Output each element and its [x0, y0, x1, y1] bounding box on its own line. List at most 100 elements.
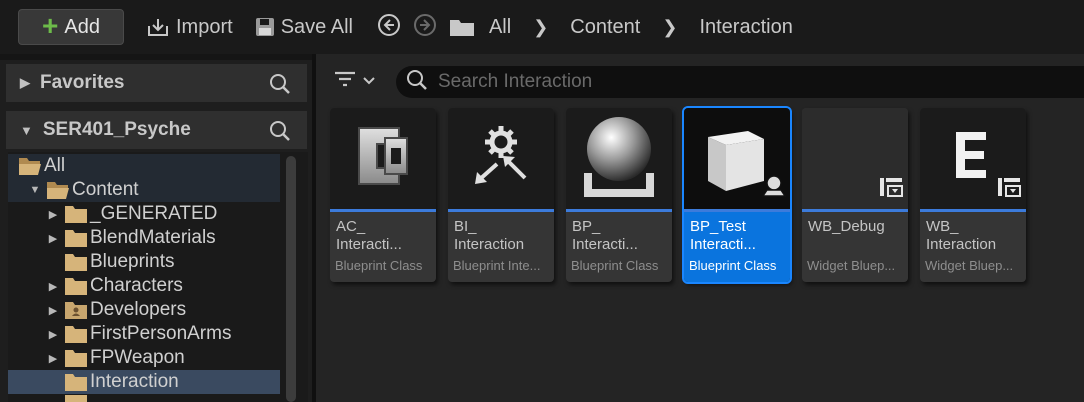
add-button[interactable]: + Add: [18, 9, 124, 45]
asset-type-label: Blueprint Inte...: [453, 258, 541, 273]
search-input[interactable]: [438, 71, 1038, 93]
caret-right-icon[interactable]: ▶: [46, 232, 60, 245]
asset-name: BP_Test Interacti...: [690, 218, 756, 253]
asset-name: AC_ Interacti...: [336, 218, 402, 253]
sources-panel: ▶ Favorites ▼ SER401_Psyche All ▼ Conten…: [0, 60, 312, 402]
favorites-header[interactable]: ▶ Favorites: [6, 64, 307, 102]
back-button[interactable]: [377, 13, 401, 42]
tree-item-blueprints[interactable]: Blueprints: [8, 250, 280, 274]
tree-item-label: Content: [72, 179, 139, 200]
folder-icon: [64, 395, 88, 402]
asset-type-label: Blueprint Class: [689, 258, 777, 273]
arrow-right-circle-icon: [413, 13, 437, 42]
save-all-button-label: Save All: [280, 15, 353, 38]
asset-view-panel: AC_ Interacti... Blueprint Class BI_ Int…: [316, 54, 1084, 402]
sphere-actor-icon: [574, 111, 664, 206]
asset-thumbnail: [448, 108, 554, 209]
caret-right-icon[interactable]: ▶: [46, 328, 60, 341]
add-button-label: Add: [64, 15, 100, 38]
tree-item-blendmaterials[interactable]: ▶ BlendMaterials: [8, 226, 280, 250]
asset-type-stripe: [802, 209, 908, 212]
caret-right-icon[interactable]: ▶: [46, 352, 60, 365]
plus-icon: +: [42, 9, 59, 41]
tree-item-generated[interactable]: ▶ _GENERATED: [8, 202, 280, 226]
blueprint-badge-icon: [760, 174, 787, 203]
content-browser-toolbar: + Add Import Save All All ❯ Content ❯ In…: [0, 0, 1084, 54]
tree-item-label: BlendMaterials: [90, 227, 216, 248]
tree-item-developers[interactable]: ▶ Developers: [8, 298, 280, 322]
breadcrumb-interaction[interactable]: Interaction: [699, 16, 792, 39]
save-icon: [255, 17, 275, 37]
tree-item-partial[interactable]: [8, 395, 280, 402]
asset-tile-bi-interaction[interactable]: BI_ Interaction Blueprint Inte...: [448, 108, 554, 282]
caret-right-icon[interactable]: ▶: [46, 280, 60, 293]
breadcrumb: All ❯ Content ❯ Interaction: [449, 16, 793, 39]
folder-icon: [64, 252, 88, 272]
folder-icon: [64, 372, 88, 392]
asset-name: WB_Debug: [808, 218, 885, 235]
import-button[interactable]: Import: [146, 16, 233, 39]
chevron-down-icon: [362, 73, 376, 91]
project-header[interactable]: ▼ SER401_Psyche: [6, 111, 307, 149]
asset-thumbnail: [920, 108, 1026, 209]
asset-type-label: Blueprint Class: [335, 258, 423, 273]
folder-icon: [64, 228, 88, 248]
asset-type-label: Widget Bluep...: [807, 258, 896, 273]
caret-right-icon[interactable]: ▶: [46, 208, 60, 221]
asset-tile-bp-test-interaction[interactable]: BP_Test Interacti... Blueprint Class: [682, 106, 792, 284]
folder-tree: All ▼ Content ▶ _GENERATED ▶ BlendMateri…: [8, 152, 308, 402]
chevron-right-icon[interactable]: ❯: [662, 17, 677, 38]
caret-down-icon[interactable]: ▼: [20, 123, 33, 138]
caret-right-icon[interactable]: ▶: [20, 75, 30, 91]
chevron-right-icon[interactable]: ❯: [533, 17, 548, 38]
asset-type-label: Blueprint Class: [571, 258, 659, 273]
asset-type-stripe: [684, 209, 790, 212]
tree-item-label: _GENERATED: [90, 203, 218, 224]
tree-item-label: All: [44, 155, 66, 176]
breadcrumb-content[interactable]: Content: [570, 16, 640, 39]
tree-item-label: Interaction: [90, 371, 179, 392]
breadcrumb-all[interactable]: All: [489, 16, 511, 39]
caret-right-icon[interactable]: ▶: [46, 304, 60, 317]
tree-item-label: FPWeapon: [90, 347, 185, 368]
tree-item-label: Developers: [90, 299, 187, 320]
import-button-label: Import: [176, 15, 233, 38]
actor-component-icon: [347, 120, 419, 197]
search-icon[interactable]: [269, 73, 291, 101]
arrow-left-circle-icon: [377, 13, 401, 42]
folder-open-icon: [18, 156, 42, 176]
asset-tile-bp-interaction[interactable]: BP_ Interacti... Blueprint Class: [566, 108, 672, 282]
tree-item-characters[interactable]: ▶ Characters: [8, 274, 280, 298]
user-folder-icon: [64, 300, 88, 320]
folder-icon: [64, 204, 88, 224]
asset-type-stripe: [448, 209, 554, 212]
asset-type-stripe: [330, 209, 436, 212]
asset-name: BP_ Interacti...: [572, 218, 638, 253]
tree-item-all[interactable]: All: [8, 154, 280, 178]
forward-button[interactable]: [413, 13, 437, 42]
save-all-button[interactable]: Save All: [255, 16, 353, 39]
tree-item-interaction[interactable]: Interaction: [8, 370, 280, 394]
tree-item-label: FirstPersonArms: [90, 323, 232, 344]
widget-blueprint-letter-icon: [954, 130, 988, 185]
tree-scrollbar[interactable]: [286, 156, 296, 402]
tree-item-fpweapon[interactable]: ▶ FPWeapon: [8, 346, 280, 370]
widget-blueprint-icon: [996, 176, 1022, 203]
tree-item-content[interactable]: ▼ Content: [8, 178, 280, 202]
widget-blueprint-icon: [878, 176, 904, 203]
asset-thumbnail: [566, 108, 672, 209]
asset-tile-wb-debug[interactable]: WB_Debug Widget Bluep...: [802, 108, 908, 282]
asset-tile-ac-interaction[interactable]: AC_ Interacti... Blueprint Class: [330, 108, 436, 282]
asset-type-label: Widget Bluep...: [925, 258, 1014, 273]
blueprint-interface-icon: [465, 120, 537, 197]
asset-type-stripe: [920, 209, 1026, 212]
caret-down-icon[interactable]: ▼: [28, 184, 42, 196]
asset-tile-wb-interaction[interactable]: WB_ Interaction Widget Bluep...: [920, 108, 1026, 282]
filter-button[interactable]: [334, 70, 376, 93]
asset-name: WB_ Interaction: [926, 218, 997, 253]
project-label: SER401_Psyche: [42, 119, 191, 140]
search-icon[interactable]: [269, 120, 291, 148]
search-icon: [406, 69, 428, 96]
tree-item-firstpersonarms[interactable]: ▶ FirstPersonArms: [8, 322, 280, 346]
asset-search-field[interactable]: [396, 66, 1084, 98]
